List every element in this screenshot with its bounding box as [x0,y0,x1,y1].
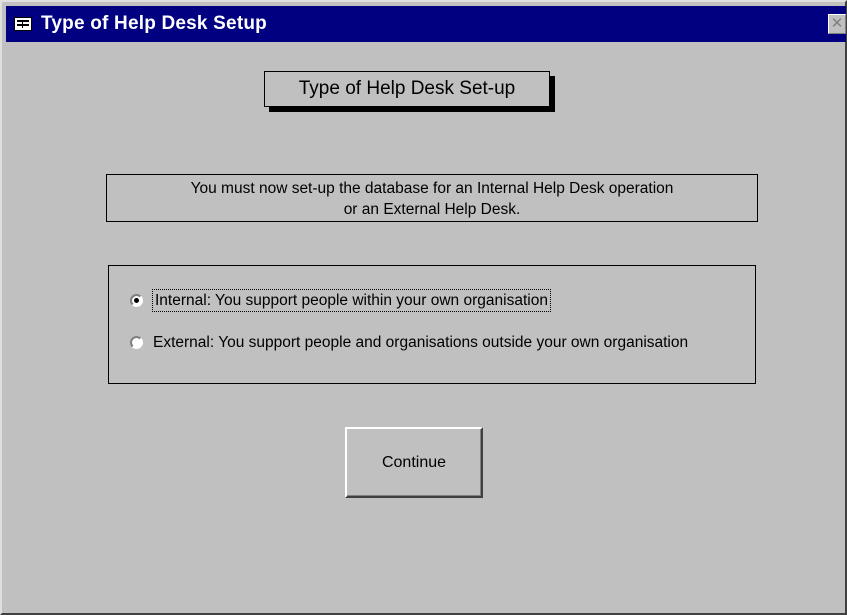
continue-button[interactable]: Continue [345,427,483,498]
instruction-box: You must now set-up the database for an … [106,174,758,222]
helpdesk-type-option-group: Internal: You support people within your… [108,265,756,384]
instruction-line-2: or an External Help Desk. [343,201,521,218]
option-internal-label[interactable]: Internal: You support people within your… [152,289,551,312]
dialog-window: Type of Help Desk Setup ✕ Type of Help D… [0,0,847,615]
page-heading: Type of Help Desk Set-up [264,71,550,107]
internal-radio-button[interactable] [130,294,143,307]
option-internal[interactable]: Internal: You support people within your… [130,289,551,312]
option-external-label[interactable]: External: You support people and organis… [153,332,688,353]
form-icon[interactable] [14,17,32,31]
close-button[interactable]: ✕ [828,14,846,34]
external-radio-button[interactable] [130,336,143,349]
instruction-line-1: You must now set-up the database for an … [190,180,674,197]
option-external[interactable]: External: You support people and organis… [130,332,730,353]
window-title: Type of Help Desk Setup [41,13,267,34]
title-bar[interactable]: Type of Help Desk Setup ✕ [6,6,846,42]
